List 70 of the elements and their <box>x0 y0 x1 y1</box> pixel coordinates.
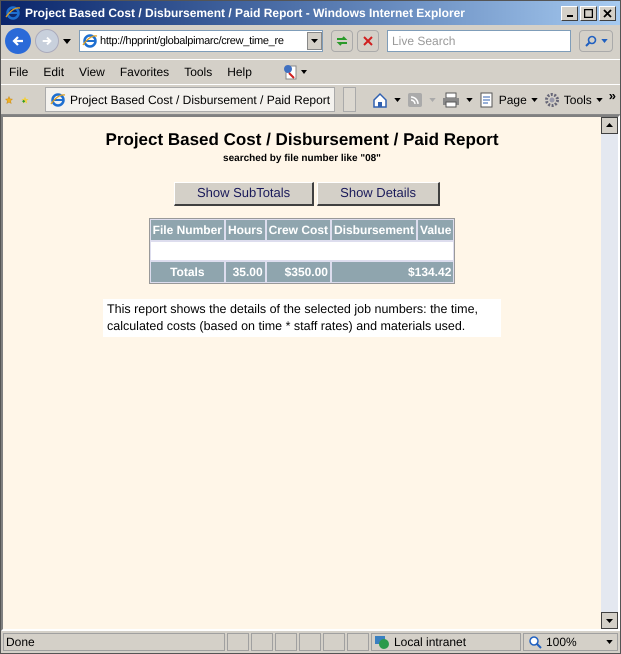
menu-item[interactable]: View <box>79 63 105 81</box>
page-icon <box>50 92 66 108</box>
column-header: Crew Cost <box>266 218 331 240</box>
status-pane <box>251 633 273 651</box>
close-icon <box>603 8 612 18</box>
dropdown-icon[interactable] <box>307 32 322 50</box>
totals-cell: $350.00 <box>266 260 331 282</box>
refresh-icon <box>335 34 349 48</box>
browser-tab[interactable]: Project Based Cost / Disbursement / Paid Report <box>44 87 336 112</box>
menu-item[interactable]: Help <box>227 63 252 81</box>
search-field[interactable]: Live Search <box>387 30 571 52</box>
status-pane <box>227 633 249 651</box>
menu-item[interactable]: Tools <box>184 63 212 81</box>
document-icon <box>478 92 495 108</box>
totals-cell: Totals <box>150 260 225 282</box>
caret-icon[interactable] <box>606 640 613 644</box>
minimize-button[interactable] <box>561 6 578 20</box>
status-text: Done <box>3 633 225 651</box>
column-header: File Number <box>150 218 225 240</box>
page-menu-button[interactable]: Page <box>478 90 538 108</box>
totals-cell: $134.42 <box>330 260 454 282</box>
printer-icon[interactable] <box>442 92 460 108</box>
search-icon <box>584 35 596 47</box>
home-icon[interactable] <box>372 92 388 108</box>
menu-item[interactable]: File <box>9 63 28 81</box>
column-header: Value <box>417 218 454 240</box>
search-button[interactable] <box>579 30 613 52</box>
gear-icon <box>544 92 560 108</box>
stop-icon <box>362 35 374 47</box>
totals-cell: 35.00 <box>224 260 266 282</box>
status-pane <box>275 633 297 651</box>
browser-icon <box>5 5 21 21</box>
tools-menu-button[interactable]: Tools <box>544 90 603 108</box>
menu-item[interactable]: Edit <box>43 63 64 81</box>
dropdown-icon[interactable] <box>63 38 71 44</box>
caret-icon[interactable] <box>466 98 473 102</box>
report-title: Project Based Cost / Disbursement / Paid Report <box>106 129 498 151</box>
status-pane <box>323 633 345 651</box>
caret-icon[interactable] <box>530 98 538 102</box>
menu-item[interactable]: Favorites <box>120 63 170 81</box>
scroll-down-button[interactable] <box>601 612 618 629</box>
scrollbar[interactable] <box>601 117 618 629</box>
column-header: Hours <box>224 218 266 240</box>
stop-button[interactable] <box>357 30 379 52</box>
forward-arrow-icon <box>41 35 53 47</box>
minimize-icon <box>566 15 572 17</box>
report-note: This report shows the details of the selected job numbers: the time, calculated costs (based on time * staff rates) and materials used. <box>103 298 501 336</box>
report-button[interactable]: Show SubTotals <box>174 182 314 206</box>
zoom-icon <box>528 635 542 649</box>
back-button[interactable] <box>5 28 31 54</box>
zoom-control[interactable]: 100% <box>523 633 618 651</box>
caret-icon[interactable] <box>394 98 401 102</box>
report-button[interactable]: Show Details <box>317 182 440 206</box>
maximize-button[interactable] <box>580 6 597 20</box>
zone-indicator: Local intranet <box>371 633 521 651</box>
address-field[interactable]: http://hpprint/globalpimarc/crew_time_re <box>79 30 323 52</box>
scroll-up-button[interactable] <box>601 117 618 134</box>
report-subtitle: searched by file number like "08" <box>223 152 381 166</box>
back-arrow-icon <box>11 34 25 48</box>
status-pane <box>299 633 321 651</box>
window-title: Project Based Cost / Disbursement / Paid Report - Windows Internet Explorer <box>25 5 465 22</box>
column-header: Disbursement <box>330 218 418 240</box>
maximize-icon <box>584 8 593 18</box>
close-button[interactable] <box>599 6 616 20</box>
document-icon[interactable] <box>282 64 308 80</box>
network-icon <box>374 634 390 650</box>
more-button[interactable]: » <box>608 86 616 106</box>
caret-icon[interactable] <box>596 98 603 102</box>
page-icon <box>82 33 98 49</box>
status-pane <box>347 633 369 651</box>
